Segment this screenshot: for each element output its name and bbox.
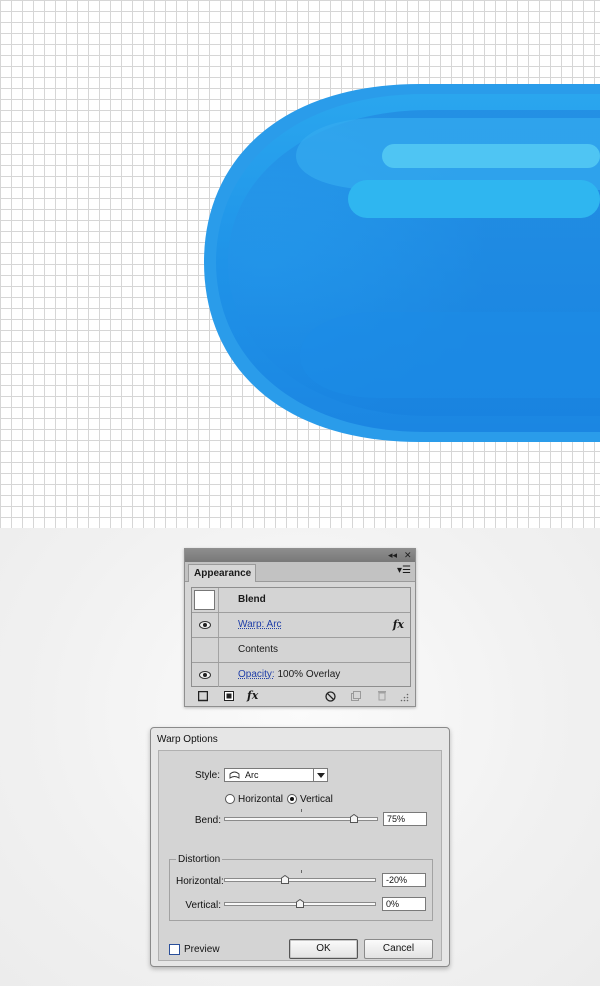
horizontal-center-tick — [301, 870, 302, 873]
collapse-icon[interactable]: ◂◂ — [388, 549, 397, 562]
list-item-warp[interactable]: Warp: Arc fx — [192, 613, 410, 638]
bend-value-field[interactable]: 75% — [383, 812, 427, 826]
blend-label: Blend — [238, 594, 266, 605]
dialog-title: Warp Options — [157, 734, 218, 745]
eye-icon[interactable] — [199, 621, 211, 629]
eye-column — [192, 613, 219, 637]
contents-label: Contents — [238, 644, 279, 655]
warp-arc-link[interactable]: Warp: Arc — [238, 613, 282, 637]
panel-menu-icon[interactable]: ▾☰ — [397, 564, 411, 578]
style-select[interactable]: Arc — [224, 768, 328, 782]
style-label: Style: — [194, 770, 220, 781]
clear-appearance-icon[interactable] — [325, 691, 336, 705]
preview-label: Preview — [184, 944, 220, 955]
bend-center-tick — [301, 809, 302, 812]
appearance-list: Blend Warp: Arc fx Contents Opacity: 100… — [191, 587, 411, 687]
appearance-panel: ◂◂ ✕ Appearance ▾☰ Blend Warp: Arc fx Co… — [184, 548, 416, 707]
arc-icon — [229, 771, 240, 779]
highlight-bar-upper — [382, 144, 600, 168]
bend-slider-thumb[interactable] — [350, 814, 358, 823]
vertical-distortion-label: Vertical: — [185, 900, 221, 911]
opacity-row-text: Opacity: 100% Overlay — [238, 663, 340, 687]
bend-label: Bend: — [194, 815, 221, 826]
radio-vertical[interactable] — [287, 794, 297, 804]
fx-icon[interactable]: fx — [393, 613, 404, 637]
panel-bottom-toolbar: fx — [191, 689, 411, 705]
vertical-slider-thumb[interactable] — [296, 899, 304, 908]
ok-button[interactable]: OK — [289, 939, 358, 959]
preview-checkbox[interactable] — [169, 944, 180, 955]
distortion-group: Distortion Horizontal: -20% Vertical: 0% — [169, 854, 433, 921]
horizontal-radio-label: Horizontal — [238, 794, 284, 805]
highlight-bar-lower — [348, 180, 600, 218]
pill-bottom-band — [300, 312, 600, 398]
tab-appearance[interactable]: Appearance — [188, 564, 256, 582]
panel-titlebar[interactable]: ◂◂ ✕ — [185, 549, 415, 562]
horizontal-distortion-label: Horizontal: — [176, 876, 224, 887]
artboard-canvas — [0, 0, 600, 528]
dialog-body: Style: Arc Horizontal Vertical Bend: 75%… — [158, 750, 442, 961]
list-item-opacity[interactable]: Opacity: 100% Overlay — [192, 663, 410, 688]
list-item-contents[interactable]: Contents — [192, 638, 410, 663]
opacity-value: 100% Overlay — [277, 669, 341, 680]
cancel-button[interactable]: Cancel — [364, 939, 433, 959]
add-fill-icon[interactable] — [224, 691, 234, 705]
chevron-down-icon[interactable] — [313, 769, 327, 781]
add-stroke-icon[interactable] — [198, 691, 208, 705]
eye-column — [192, 638, 219, 662]
duplicate-item-icon[interactable] — [351, 691, 361, 705]
eye-column — [192, 663, 219, 687]
resize-grip-icon[interactable] — [399, 692, 409, 706]
eye-icon[interactable] — [199, 671, 211, 679]
thumbnail-swatch — [194, 590, 215, 610]
delete-item-icon[interactable] — [377, 690, 387, 704]
horizontal-value-field[interactable]: -20% — [382, 873, 426, 887]
vertical-radio-label: Vertical — [300, 794, 333, 805]
style-value: Arc — [245, 770, 259, 780]
pill-button-artwork — [204, 84, 600, 442]
eye-column — [192, 588, 219, 612]
distortion-legend: Distortion — [176, 854, 223, 865]
close-icon[interactable]: ✕ — [404, 549, 412, 562]
warp-options-dialog: Warp Options Style: Arc Horizontal Verti… — [150, 727, 450, 967]
opacity-link[interactable]: Opacity: — [238, 669, 275, 680]
add-effect-icon[interactable]: fx — [247, 689, 258, 703]
radio-horizontal[interactable] — [225, 794, 235, 804]
horizontal-slider-thumb[interactable] — [281, 875, 289, 884]
horizontal-slider-track[interactable] — [224, 878, 376, 882]
panel-tab-row: Appearance ▾☰ — [185, 562, 415, 582]
vertical-value-field[interactable]: 0% — [382, 897, 426, 911]
list-item-blend[interactable]: Blend — [192, 588, 410, 613]
